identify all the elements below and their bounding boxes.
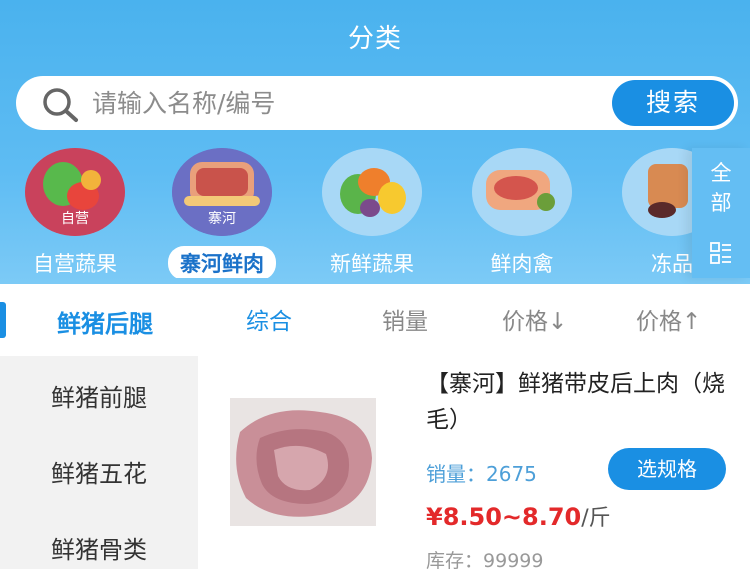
sort-price-desc[interactable]: 价格↓ — [502, 302, 567, 336]
category-item-zhaihe-meat[interactable]: 寨河 寨河鲜肉 — [147, 148, 297, 278]
category-strip: 自营 自营蔬果 寨河 寨河鲜肉 新鲜蔬果 鲜肉禽 冻品 — [0, 148, 692, 278]
sort-sales[interactable]: 销量 — [382, 302, 428, 336]
search-icon — [43, 88, 78, 122]
sort-price-asc[interactable]: 价格↑ — [636, 302, 701, 336]
category-label: 寨河鲜肉 — [168, 246, 276, 278]
category-item-self-run[interactable]: 自营 自营蔬果 — [0, 148, 150, 278]
product-sales: 销量：2675 — [426, 462, 537, 486]
search-bar: 搜索 — [16, 76, 738, 130]
category-item-fresh-produce[interactable]: 新鲜蔬果 — [297, 148, 447, 278]
sort-bar: 综合 销量 价格↓ 价格↑ — [198, 284, 750, 354]
category-label: 冻品 — [651, 252, 692, 276]
category-tag: 自营 — [61, 211, 89, 227]
search-button[interactable]: 搜索 — [612, 80, 734, 126]
category-image — [622, 148, 692, 236]
category-image: 寨河 — [172, 148, 272, 236]
sidebar-item-label: 鲜猪后腿 — [57, 310, 153, 338]
page-title: 分类 — [347, 24, 402, 54]
sidebar: 鲜猪后腿 鲜猪前腿 鲜猪五花 鲜猪骨类 — [0, 284, 198, 569]
category-label: 新鲜蔬果 — [330, 252, 414, 276]
sort-comprehensive[interactable]: 综合 — [246, 302, 292, 336]
grid-menu-icon — [710, 242, 731, 264]
product-stock: 库存：99999 — [426, 550, 544, 569]
sidebar-item[interactable]: 鲜猪五花 — [0, 454, 198, 489]
category-image: 自营 — [25, 148, 125, 236]
product-title: 【寨河】鲜猪带皮后上肉（烧毛） — [426, 371, 725, 433]
category-item-frozen[interactable]: 冻品 — [597, 148, 692, 278]
category-label: 鲜肉禽 — [490, 252, 554, 276]
category-image — [322, 148, 422, 236]
category-image — [472, 148, 572, 236]
category-tag: 寨河 — [208, 211, 236, 227]
product-price: ¥8.50~8.70/斤 — [426, 503, 611, 531]
product-card[interactable]: 【寨河】鲜猪带皮后上肉（烧毛） 销量：2675 选规格 ¥8.50~8.70/斤… — [198, 354, 750, 569]
sidebar-item-active[interactable]: 鲜猪后腿 — [0, 284, 198, 356]
all-categories-button[interactable]: 全部 — [692, 148, 750, 278]
product-image[interactable] — [230, 398, 376, 526]
sidebar-item[interactable]: 鲜猪前腿 — [0, 378, 198, 413]
select-spec-button[interactable]: 选规格 — [608, 448, 726, 490]
category-item-fresh-meat-poultry[interactable]: 鲜肉禽 — [447, 148, 597, 278]
category-label: 自营蔬果 — [33, 252, 117, 276]
all-categories-label: 全部 — [710, 161, 732, 215]
sidebar-item[interactable]: 鲜猪骨类 — [0, 530, 198, 565]
search-input[interactable] — [92, 84, 612, 122]
